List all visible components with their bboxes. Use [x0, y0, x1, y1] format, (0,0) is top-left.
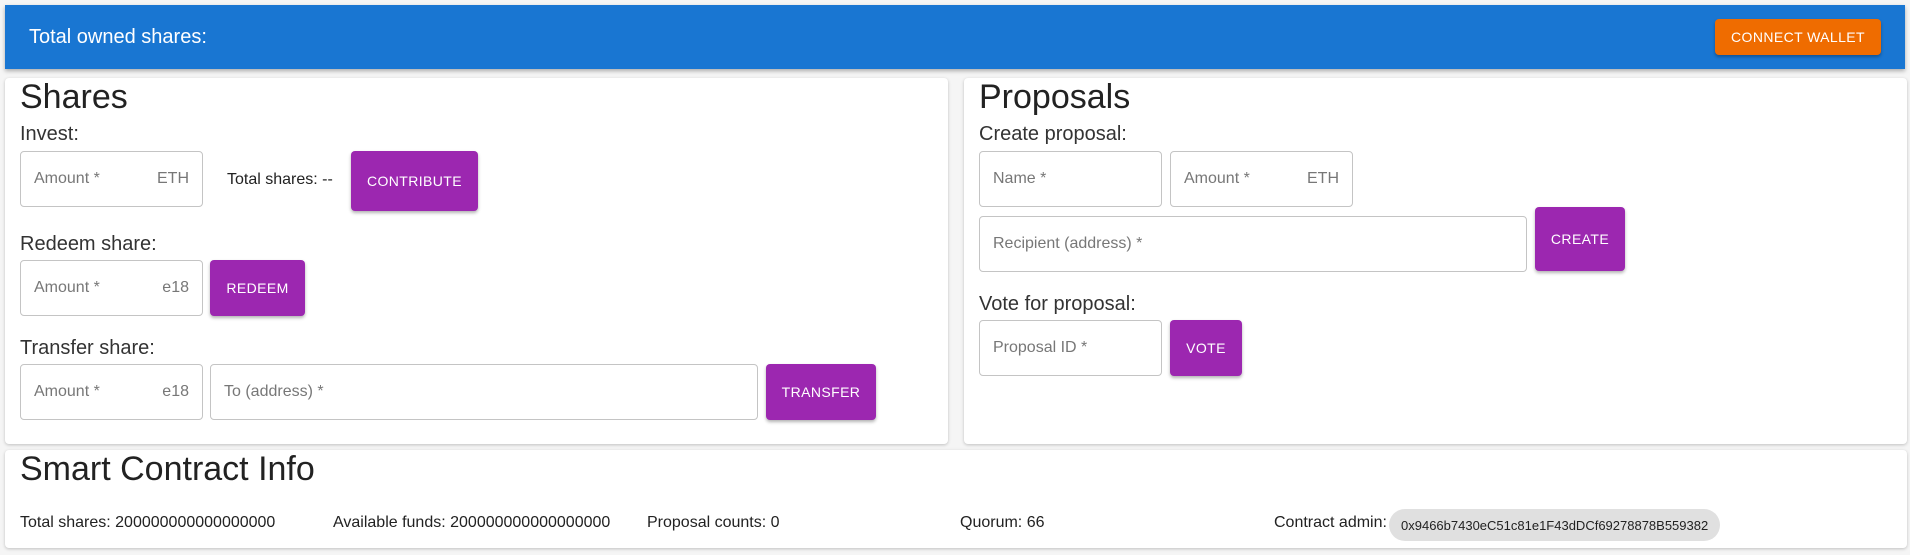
info-proposal-counts: Proposal counts: 0: [647, 514, 780, 531]
contract-info-title: Smart Contract Info: [20, 450, 315, 488]
vote-proposal-label: Vote for proposal:: [979, 293, 1136, 315]
info-quorum: Quorum: 66: [960, 514, 1045, 531]
transfer-label: Transfer share:: [20, 337, 155, 359]
app-bar: Total owned shares: CONNECT WALLET: [5, 5, 1905, 69]
invest-total-shares: Total shares: --: [227, 171, 333, 188]
invest-amount-field[interactable]: ETH: [20, 151, 203, 207]
proposal-amount-input[interactable]: [1184, 170, 1301, 188]
transfer-to-field[interactable]: [210, 364, 758, 420]
proposal-name-input[interactable]: [993, 170, 1148, 188]
invest-amount-input[interactable]: [34, 170, 151, 188]
info-available-funds: Available funds: 200000000000000000: [333, 514, 611, 531]
total-owned-shares: Total owned shares:: [29, 25, 207, 48]
transfer-to-input[interactable]: [224, 383, 744, 401]
contribute-button[interactable]: CONTRIBUTE: [351, 151, 478, 211]
contract-info-card: Smart Contract Info Total shares: 200000…: [5, 450, 1907, 548]
redeem-button[interactable]: REDEEM: [210, 260, 305, 316]
transfer-unit: e18: [162, 383, 189, 400]
redeem-label: Redeem share:: [20, 233, 157, 255]
shares-title: Shares: [20, 78, 128, 116]
redeem-amount-input[interactable]: [34, 279, 157, 297]
proposals-title: Proposals: [979, 78, 1131, 116]
proposals-card: Proposals Create proposal: ETH CREATE Vo…: [964, 78, 1907, 444]
admin-address-chip: 0x9466b7430eC51c81e1F43dDCf69278878B5593…: [1389, 509, 1721, 541]
invest-label: Invest:: [20, 123, 79, 145]
proposal-amount-unit: ETH: [1307, 170, 1339, 187]
transfer-amount-field[interactable]: e18: [20, 364, 203, 420]
vote-button[interactable]: VOTE: [1170, 320, 1242, 376]
shares-card: Shares Invest: ETH Total shares: -- CONT…: [5, 78, 948, 444]
transfer-button[interactable]: TRANSFER: [766, 364, 876, 420]
proposal-id-field[interactable]: [979, 320, 1162, 376]
proposal-recipient-input[interactable]: [993, 235, 1513, 253]
create-proposal-label: Create proposal:: [979, 123, 1127, 145]
connect-wallet-button[interactable]: CONNECT WALLET: [1715, 19, 1881, 55]
proposal-amount-field[interactable]: ETH: [1170, 151, 1353, 207]
create-proposal-button[interactable]: CREATE: [1535, 207, 1625, 271]
info-admin-label: Contract admin:: [1274, 514, 1387, 531]
proposal-name-field[interactable]: [979, 151, 1162, 207]
proposal-id-input[interactable]: [993, 339, 1148, 357]
redeem-amount-field[interactable]: e18: [20, 260, 203, 316]
proposal-recipient-field[interactable]: [979, 216, 1527, 272]
invest-unit: ETH: [157, 170, 189, 187]
info-total-shares: Total shares: 200000000000000000: [20, 514, 276, 531]
transfer-amount-input[interactable]: [34, 383, 157, 401]
redeem-unit: e18: [162, 279, 189, 296]
